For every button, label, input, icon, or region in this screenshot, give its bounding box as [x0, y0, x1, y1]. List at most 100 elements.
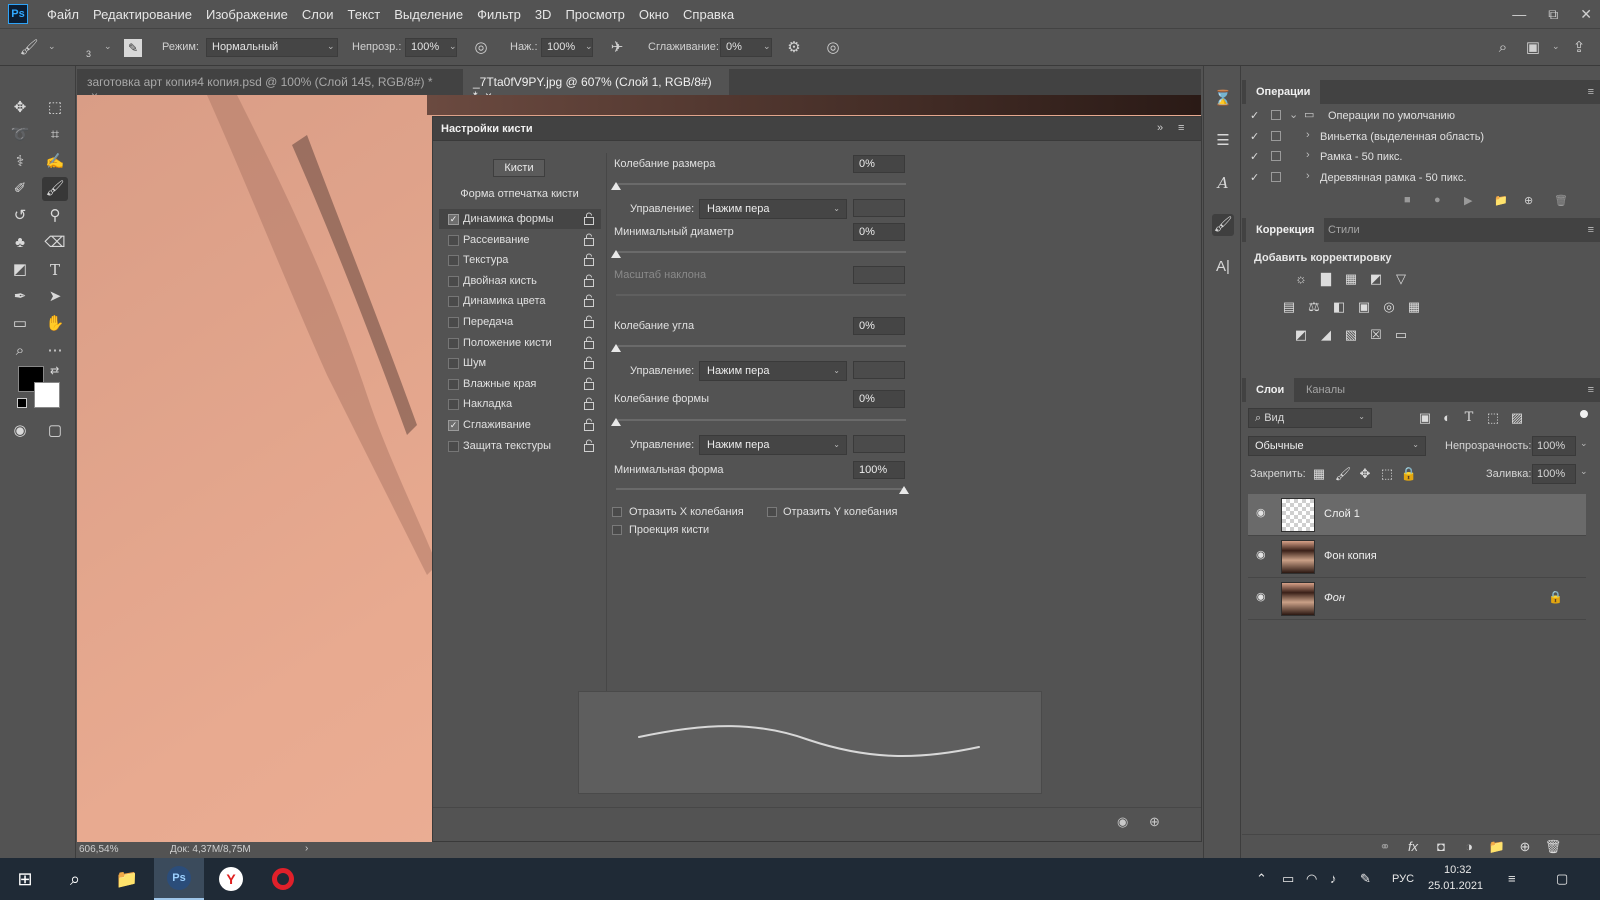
lock-icon[interactable] [583, 212, 595, 225]
brush-option-checkbox[interactable] [448, 296, 459, 308]
action-row[interactable]: ✓ › Рамка - 50 пикс. [1242, 147, 1582, 167]
clock-date[interactable]: 25.01.2021 [1428, 880, 1483, 892]
roundness-control-select[interactable]: Нажим пера ⌄ [699, 435, 847, 455]
background-color-swatch[interactable] [34, 382, 60, 408]
lock-transparency-icon[interactable]: ▦ [1310, 465, 1328, 483]
size-control-select[interactable]: Нажим пера ⌄ [699, 199, 847, 219]
angle-jitter-slider-thumb[interactable] [611, 344, 621, 352]
menu-3d[interactable]: 3D [528, 7, 559, 22]
lock-icon[interactable] [583, 377, 595, 390]
opacity-caret-icon[interactable]: ⌄ [449, 41, 457, 52]
photo-filter-icon[interactable]: ▣ [1355, 298, 1373, 316]
pressure-size-icon[interactable]: ◎ [822, 37, 844, 59]
brush-projection-checkbox[interactable] [612, 525, 622, 535]
play-icon[interactable]: ▶ [1464, 194, 1472, 207]
tab-actions[interactable]: Операции [1246, 80, 1321, 104]
brush-option-checkbox[interactable] [448, 399, 459, 411]
filter-pixel-icon[interactable]: ▣ [1416, 409, 1434, 427]
status-menu-chevron-icon[interactable]: › [305, 843, 308, 854]
tab-document-2[interactable]: _7Tta0fV9PY.jpg @ 607% (Слой 1, RGB/8#) … [463, 69, 729, 103]
layer-row-background[interactable]: ◉ Фон 🔒 [1248, 578, 1586, 620]
action-dialog-toggle-icon[interactable] [1271, 151, 1281, 161]
black-white-icon[interactable]: ◧ [1330, 298, 1348, 316]
color-lookup-icon[interactable]: ▦ [1405, 298, 1423, 316]
chevron-down-icon[interactable]: ⌄ [1289, 108, 1298, 121]
brush-option-item[interactable]: Защита текстуры [439, 436, 601, 456]
new-brush-icon[interactable]: ⊕ [1149, 814, 1160, 830]
restore-icon[interactable]: ⧉ [1548, 6, 1558, 23]
collapse-panel-icon[interactable]: » [1157, 122, 1163, 134]
panel-menu-icon[interactable]: ≡ [1178, 122, 1184, 134]
more-tools-icon[interactable]: ⋯ [42, 339, 68, 363]
paint-bucket-tool-icon[interactable]: ◩ [7, 258, 33, 282]
lock-artboard-icon[interactable]: ⬚ [1378, 465, 1396, 483]
new-adjustment-layer-icon[interactable]: ◑ [1460, 838, 1478, 856]
marquee-tool-icon[interactable]: ⬚ [42, 96, 68, 120]
tray-chevron-icon[interactable]: ⌃ [1256, 871, 1267, 887]
lock-icon[interactable] [583, 356, 595, 370]
eraser-tool-icon[interactable]: ⌫ [42, 231, 68, 255]
pen-tool-icon[interactable]: ✒ [7, 285, 33, 309]
roundness-jitter-slider[interactable] [616, 419, 906, 421]
volume-icon[interactable]: ♪ [1330, 871, 1337, 886]
panel-menu-icon[interactable]: ≡ [1588, 224, 1594, 236]
history-brush-tool-icon[interactable]: ↺ [7, 204, 33, 228]
brush-option-checkbox[interactable] [448, 255, 459, 267]
filter-shape-icon[interactable]: ⬚ [1484, 409, 1502, 427]
action-row[interactable]: ✓ › Деревянная рамка - 50 пикс. [1242, 168, 1582, 188]
lock-icon[interactable] [583, 397, 595, 411]
quick-selection-tool-icon[interactable]: ✍ [42, 150, 68, 174]
brush-option-item[interactable]: Накладка [439, 394, 601, 414]
workspace-caret-icon[interactable]: ⌄ [1552, 41, 1560, 52]
eyedropper-tool-icon[interactable]: ✐ [7, 177, 33, 201]
zoom-level[interactable]: 606,54% [79, 844, 118, 855]
panel-menu-icon[interactable]: ≡ [1588, 384, 1594, 396]
action-dialog-toggle-icon[interactable] [1271, 110, 1281, 120]
lock-position-icon[interactable]: ✥ [1356, 465, 1374, 483]
exposure-icon[interactable]: ◩ [1367, 270, 1385, 288]
brush-option-checkbox[interactable]: ✓ [448, 420, 459, 431]
chevron-right-icon[interactable]: › [1306, 149, 1310, 161]
menu-select[interactable]: Выделение [387, 7, 470, 22]
action-enabled-check-icon[interactable]: ✓ [1250, 109, 1259, 122]
min-roundness-slider-thumb[interactable] [899, 486, 909, 494]
link-layers-icon[interactable]: ⚭ [1376, 838, 1394, 856]
layer-opacity-input[interactable]: 100% [1532, 436, 1576, 456]
delete-layer-icon[interactable]: 🗑 [1544, 838, 1562, 856]
action-row[interactable]: ✓ ⌄ ▭ Операции по умолчанию [1242, 106, 1582, 126]
brush-option-checkbox[interactable] [448, 358, 459, 370]
size-jitter-slider-thumb[interactable] [611, 182, 621, 190]
brush-option-checkbox[interactable] [448, 234, 459, 246]
layer-name[interactable]: Фон [1324, 592, 1345, 604]
action-dialog-toggle-icon[interactable] [1271, 130, 1281, 141]
brush-tool-icon[interactable]: 🖌 [42, 177, 68, 201]
hue-saturation-icon[interactable]: ▤ [1280, 298, 1298, 316]
hand-tool-icon[interactable]: ✋ [42, 312, 68, 336]
photoshop-taskbar-icon[interactable]: Ps [154, 858, 204, 900]
workspace-icon[interactable]: ▣ [1522, 37, 1544, 59]
lock-icon[interactable] [583, 294, 595, 308]
lock-icon[interactable] [583, 233, 595, 246]
gradient-map-icon[interactable]: ▭ [1392, 326, 1410, 344]
lock-icon[interactable] [583, 253, 595, 267]
tab-styles[interactable]: Стили [1318, 218, 1370, 242]
lasso-tool-icon[interactable]: ➰ [7, 123, 33, 147]
brush-option-checkbox[interactable] [448, 337, 459, 349]
brush-option-checkbox[interactable] [448, 440, 459, 452]
lock-icon[interactable] [583, 315, 595, 328]
record-icon[interactable]: ● [1434, 194, 1441, 206]
brightness-contrast-icon[interactable]: ☼ [1292, 270, 1310, 288]
search-icon[interactable]: ⌕ [50, 858, 100, 900]
minimize-icon[interactable]: — [1512, 6, 1526, 22]
color-balance-icon[interactable]: ⚖ [1305, 298, 1323, 316]
new-layer-icon[interactable]: ⊕ [1516, 838, 1534, 856]
opera-icon[interactable] [258, 858, 308, 900]
brush-option-item[interactable]: Текстура [439, 250, 601, 270]
brush-option-checkbox[interactable]: ✓ [448, 214, 459, 225]
channel-mixer-icon[interactable]: ◎ [1380, 298, 1398, 316]
tab-adjustments[interactable]: Коррекция [1246, 218, 1325, 242]
healing-brush-tool-icon[interactable]: ⚕ [7, 150, 33, 174]
size-jitter-slider[interactable] [616, 183, 906, 185]
curves-icon[interactable]: ▦ [1342, 270, 1360, 288]
action-enabled-check-icon[interactable]: ✓ [1250, 130, 1259, 143]
